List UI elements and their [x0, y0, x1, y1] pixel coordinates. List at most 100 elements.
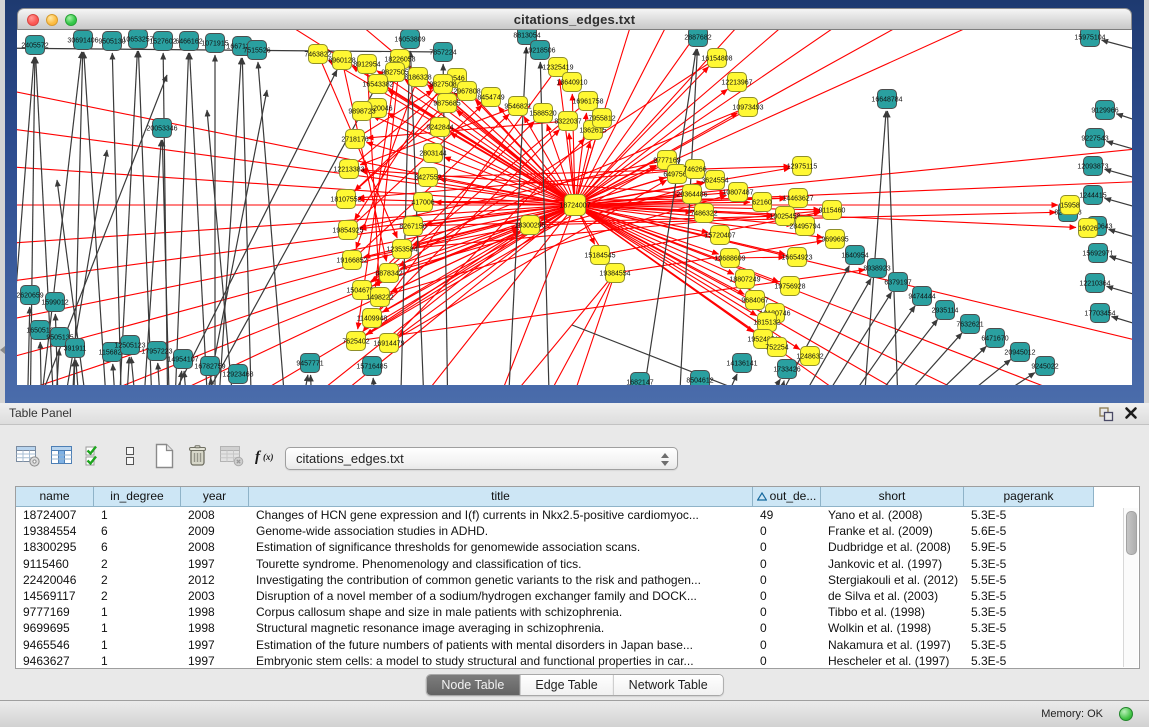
cell-title[interactable]: Investigating the contribution of common…	[249, 572, 753, 588]
delete-table-icon[interactable]	[218, 442, 246, 470]
tab-node-table[interactable]: Node Table	[426, 675, 519, 695]
cell-short[interactable]: Dudbridge et al. (2008)	[821, 539, 964, 555]
cell-out_de[interactable]: 0	[753, 637, 821, 653]
table-row[interactable]: 1830029562008Estimation of significance …	[16, 539, 1139, 555]
table-row[interactable]: 977716911998Corpus callosum shape and si…	[16, 604, 1139, 620]
network-window-titlebar[interactable]: citations_edges.txt	[17, 8, 1132, 30]
cell-out_de[interactable]: 0	[753, 556, 821, 572]
cell-year[interactable]: 2008	[181, 539, 249, 555]
close-window-button[interactable]	[27, 14, 39, 26]
cell-year[interactable]: 2003	[181, 588, 249, 604]
cell-name[interactable]: 22420046	[16, 572, 94, 588]
cell-in_degree[interactable]: 1	[94, 507, 181, 523]
cell-title[interactable]: Genome-wide association studies in ADHD.	[249, 523, 753, 539]
tab-network-table[interactable]: Network Table	[613, 675, 723, 695]
cell-in_degree[interactable]: 2	[94, 556, 181, 572]
cell-in_degree[interactable]: 1	[94, 620, 181, 636]
cell-year[interactable]: 1997	[181, 556, 249, 572]
function-builder-icon[interactable]: f(x)	[252, 442, 280, 470]
cell-title[interactable]: Estimation of significance thresholds fo…	[249, 539, 753, 555]
table-row[interactable]: 969969511998Structural magnetic resonanc…	[16, 620, 1139, 636]
cell-title[interactable]: Corpus callosum shape and size in male p…	[249, 604, 753, 620]
network-canvas[interactable]: 2405572306914069505130106532571527602646…	[17, 30, 1132, 385]
cell-short[interactable]: Jankovic et al. (1997)	[821, 556, 964, 572]
cell-title[interactable]: Tourette syndrome. Phenomenology and cla…	[249, 556, 753, 572]
cell-year[interactable]: 2008	[181, 507, 249, 523]
cell-pagerank[interactable]: 5.3E-5	[964, 588, 1094, 604]
cell-title[interactable]: Estimation of the future numbers of pati…	[249, 637, 753, 653]
cell-year[interactable]: 1998	[181, 604, 249, 620]
cell-in_degree[interactable]: 1	[94, 604, 181, 620]
table-row[interactable]: 2242004622012Investigating the contribut…	[16, 572, 1139, 588]
table-row[interactable]: 1938455462009Genome-wide association stu…	[16, 523, 1139, 539]
close-panel-icon[interactable]	[1123, 405, 1139, 421]
cell-pagerank[interactable]: 5.3E-5	[964, 604, 1094, 620]
cell-year[interactable]: 1998	[181, 620, 249, 636]
cell-name[interactable]: 14569117	[16, 588, 94, 604]
zoom-window-button[interactable]	[65, 14, 77, 26]
cell-in_degree[interactable]: 2	[94, 588, 181, 604]
table-row[interactable]: 1872400712008Changes of HCN gene express…	[16, 507, 1139, 523]
cell-year[interactable]: 1997	[181, 653, 249, 669]
minimize-window-button[interactable]	[46, 14, 58, 26]
cell-name[interactable]: 18724007	[16, 507, 94, 523]
cell-short[interactable]: Stergiakouli et al. (2012)	[821, 572, 964, 588]
cell-year[interactable]: 2012	[181, 572, 249, 588]
cell-short[interactable]: Yano et al. (2008)	[821, 507, 964, 523]
tab-edge-table[interactable]: Edge Table	[519, 675, 612, 695]
cell-pagerank[interactable]: 5.3E-5	[964, 637, 1094, 653]
cell-out_de[interactable]: 0	[753, 539, 821, 555]
cell-short[interactable]: de Silva et al. (2003)	[821, 588, 964, 604]
cell-name[interactable]: 19384554	[16, 523, 94, 539]
delete-icon[interactable]	[184, 442, 212, 470]
table-row[interactable]: 1456911722003Disruption of a novel membe…	[16, 588, 1139, 604]
table-scrollbar[interactable]	[1123, 508, 1138, 667]
selection-filter-icon[interactable]	[82, 442, 110, 470]
panel-collapse-handle[interactable]	[0, 346, 5, 354]
cell-short[interactable]: Franke et al. (2009)	[821, 523, 964, 539]
column-header-in_degree[interactable]: in_degree	[94, 487, 181, 507]
cell-title[interactable]: Embryonic stem cells: a model to study s…	[249, 653, 753, 669]
table-settings-icon[interactable]	[14, 442, 42, 470]
cell-name[interactable]: 9463627	[16, 653, 94, 669]
row-height-icon[interactable]	[116, 442, 144, 470]
table-row[interactable]: 946554611997Estimation of the future num…	[16, 637, 1139, 653]
column-header-name[interactable]: name	[16, 487, 94, 507]
node-attribute-table[interactable]: namein_degreeyeartitleout_de...shortpage…	[15, 486, 1140, 669]
cell-out_de[interactable]: 0	[753, 588, 821, 604]
cell-name[interactable]: 9465546	[16, 637, 94, 653]
cell-out_de[interactable]: 0	[753, 604, 821, 620]
cell-name[interactable]: 9777169	[16, 604, 94, 620]
column-header-pagerank[interactable]: pagerank	[964, 487, 1094, 507]
cell-name[interactable]: 9115460	[16, 556, 94, 572]
cell-short[interactable]: Wolkin et al. (1998)	[821, 620, 964, 636]
cell-pagerank[interactable]: 5.3E-5	[964, 556, 1094, 572]
cell-name[interactable]: 18300295	[16, 539, 94, 555]
cell-pagerank[interactable]: 5.3E-5	[964, 507, 1094, 523]
network-graph[interactable]: 2405572306914069505130106532571527602646…	[17, 30, 1132, 385]
cell-in_degree[interactable]: 6	[94, 539, 181, 555]
table-select-dropdown[interactable]: citations_edges.txt	[285, 447, 678, 470]
cell-out_de[interactable]: 49	[753, 507, 821, 523]
cell-year[interactable]: 1997	[181, 637, 249, 653]
cell-short[interactable]: Nakamura et al. (1997)	[821, 637, 964, 653]
cell-out_de[interactable]: 0	[753, 653, 821, 669]
memory-ok-indicator-icon[interactable]	[1119, 707, 1133, 721]
cell-out_de[interactable]: 0	[753, 523, 821, 539]
cell-title[interactable]: Changes of HCN gene expression and I(f) …	[249, 507, 753, 523]
table-row[interactable]: 946362711997Embryonic stem cells: a mode…	[16, 653, 1139, 669]
cell-pagerank[interactable]: 5.9E-5	[964, 539, 1094, 555]
cell-pagerank[interactable]: 5.6E-5	[964, 523, 1094, 539]
cell-in_degree[interactable]: 1	[94, 637, 181, 653]
cell-title[interactable]: Disruption of a novel member of a sodium…	[249, 588, 753, 604]
cell-short[interactable]: Hescheler et al. (1997)	[821, 653, 964, 669]
table-row[interactable]: 911546021997Tourette syndrome. Phenomeno…	[16, 556, 1139, 572]
column-header-short[interactable]: short	[821, 487, 964, 507]
cell-name[interactable]: 9699695	[16, 620, 94, 636]
cell-in_degree[interactable]: 2	[94, 572, 181, 588]
cell-out_de[interactable]: 0	[753, 572, 821, 588]
cell-pagerank[interactable]: 5.3E-5	[964, 653, 1094, 669]
cell-out_de[interactable]: 0	[753, 620, 821, 636]
column-header-out_de[interactable]: out_de...	[753, 487, 821, 507]
column-header-year[interactable]: year	[181, 487, 249, 507]
